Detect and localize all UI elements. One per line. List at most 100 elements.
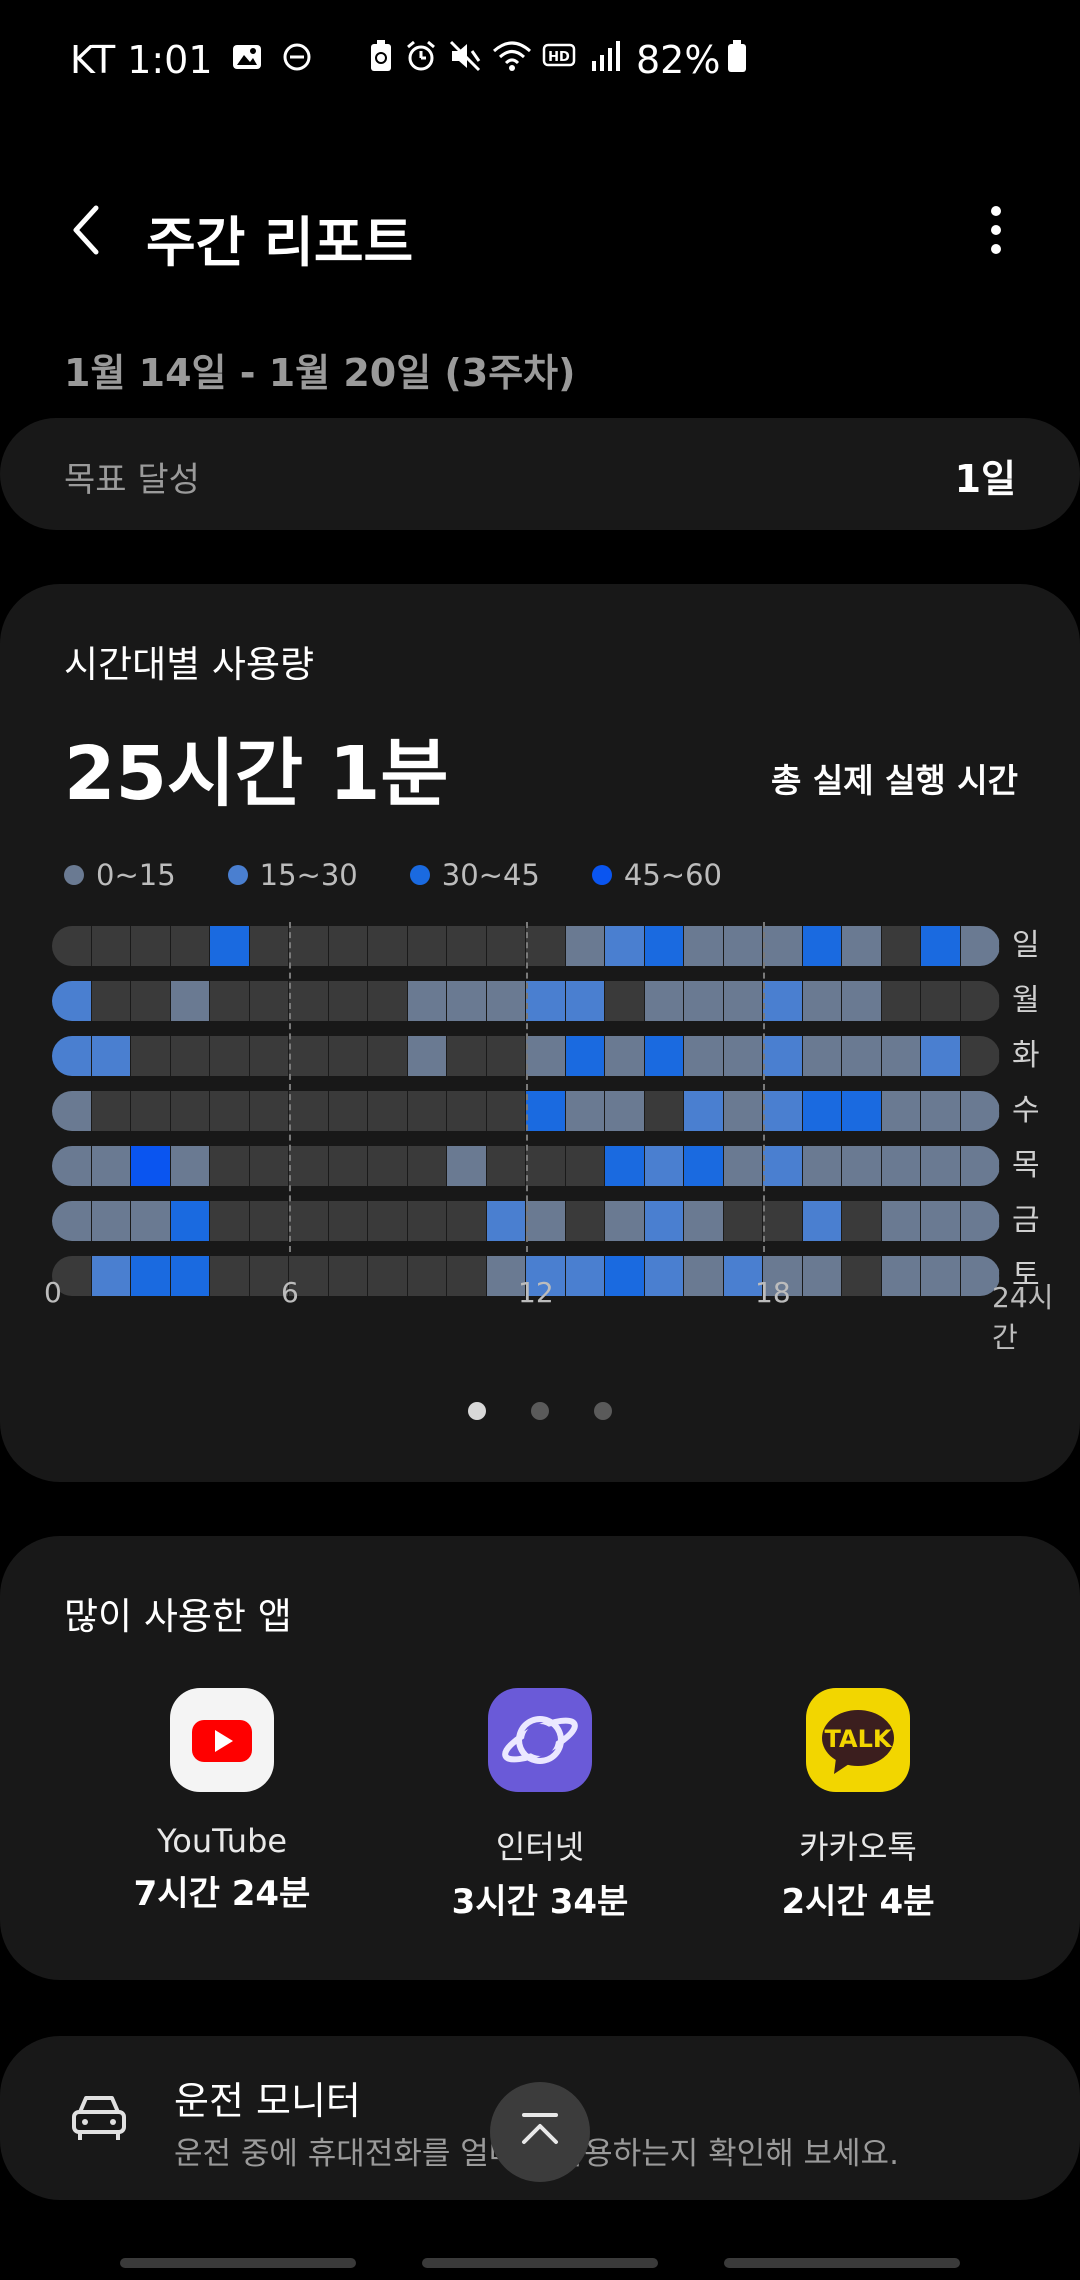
heatmap-row: 목 bbox=[52, 1146, 1052, 1186]
heatmap-row: 월 bbox=[52, 981, 1052, 1021]
x-tick-label: 0 bbox=[44, 1276, 62, 1309]
heatmap-cell bbox=[881, 1201, 921, 1241]
heatmap-cell bbox=[210, 1256, 250, 1296]
heatmap-cell bbox=[802, 1201, 842, 1241]
heatmap-cell bbox=[328, 926, 368, 966]
heatmap-cell bbox=[289, 1091, 329, 1131]
heatmap-cell bbox=[526, 1201, 566, 1241]
heatmap-cell bbox=[605, 1256, 645, 1296]
samsung-internet-icon bbox=[488, 1688, 592, 1792]
heatmap-cell bbox=[91, 1201, 131, 1241]
heatmap-cell bbox=[763, 1036, 803, 1076]
heatmap-cell bbox=[210, 1091, 250, 1131]
kakaotalk-icon: TALK bbox=[806, 1688, 910, 1792]
heatmap-cell bbox=[644, 926, 684, 966]
driving-monitor-title: 운전 모니터 bbox=[174, 2079, 361, 2123]
usage-subtitle: 총 실제 실행 시간 bbox=[771, 761, 1018, 800]
svg-text:HD: HD bbox=[548, 50, 570, 65]
heatmap-cell bbox=[249, 926, 289, 966]
heatmap-cell bbox=[881, 926, 921, 966]
heatmap-cell bbox=[249, 981, 289, 1021]
heatmap-cell bbox=[921, 1146, 961, 1186]
page-dot[interactable] bbox=[594, 1402, 612, 1420]
heatmap-cell bbox=[605, 1201, 645, 1241]
heatmap-cell bbox=[723, 981, 763, 1021]
heatmap-cell bbox=[565, 1091, 605, 1131]
nav-handle[interactable] bbox=[422, 2258, 658, 2268]
heatmap-cell bbox=[486, 1146, 526, 1186]
nav-handle[interactable] bbox=[724, 2258, 960, 2268]
svg-text:TALK: TALK bbox=[825, 1725, 893, 1753]
heatmap-row-label: 수 bbox=[1012, 1093, 1040, 1128]
heatmap-cell bbox=[921, 926, 961, 966]
heatmap-cell bbox=[644, 1256, 684, 1296]
nav-handle[interactable] bbox=[120, 2258, 356, 2268]
legend-item: 15~30 bbox=[227, 858, 358, 892]
heatmap-cell bbox=[921, 1201, 961, 1241]
heatmap-row-label: 목 bbox=[1012, 1148, 1040, 1183]
heatmap-cell bbox=[131, 1146, 171, 1186]
heatmap-cell bbox=[289, 1146, 329, 1186]
usage-title: 시간대별 사용량 bbox=[64, 643, 315, 686]
heatmap-cell bbox=[644, 981, 684, 1021]
usage-heatmap[interactable]: 일 월 화 수 목 금 토 0 6 12 18 24시간 bbox=[44, 922, 1056, 1354]
goal-achieved-card[interactable]: 목표 달성 1일 bbox=[0, 418, 1080, 530]
heatmap-cell bbox=[644, 1091, 684, 1131]
app-item-youtube[interactable]: YouTube 7시간 24분 bbox=[102, 1688, 342, 1915]
scroll-to-top-button[interactable] bbox=[490, 2082, 590, 2182]
heatmap-cell bbox=[131, 1201, 171, 1241]
heatmap-cell bbox=[802, 1146, 842, 1186]
heatmap-cell bbox=[368, 926, 408, 966]
heatmap-cell bbox=[842, 1256, 882, 1296]
page-dot[interactable] bbox=[531, 1402, 549, 1420]
heatmap-cell bbox=[565, 926, 605, 966]
hourly-usage-card[interactable]: 시간대별 사용량 25시간 1분 총 실제 실행 시간 0~15 15~30 3… bbox=[0, 584, 1080, 1482]
heatmap-cell bbox=[960, 1091, 1000, 1131]
heatmap-cell bbox=[881, 1091, 921, 1131]
legend-label: 45~60 bbox=[623, 858, 722, 892]
back-button[interactable] bbox=[58, 200, 118, 260]
heatmap-guide-line bbox=[526, 922, 528, 1252]
heatmap-guide-line bbox=[763, 922, 765, 1252]
heatmap-cell bbox=[170, 981, 210, 1021]
heatmap-cell bbox=[52, 981, 92, 1021]
heatmap-cell bbox=[407, 1036, 447, 1076]
heatmap-cell bbox=[170, 1146, 210, 1186]
heatmap-cell bbox=[723, 1036, 763, 1076]
app-name: 카카오톡 bbox=[799, 1828, 917, 1866]
heatmap-cell bbox=[407, 926, 447, 966]
heatmap-cell bbox=[170, 1036, 210, 1076]
legend-item: 30~45 bbox=[409, 858, 540, 892]
x-tick-label: 12 bbox=[518, 1276, 554, 1309]
heatmap-cell bbox=[52, 1146, 92, 1186]
legend-dot bbox=[64, 865, 84, 885]
heatmap-cell bbox=[486, 1091, 526, 1131]
goal-value: 1일 bbox=[954, 457, 1016, 501]
app-item-internet[interactable]: 인터넷 3시간 34분 bbox=[420, 1688, 660, 1923]
dnd-icon bbox=[281, 38, 313, 82]
heatmap-cell bbox=[526, 1146, 566, 1186]
heatmap-cell bbox=[644, 1201, 684, 1241]
heatmap-cell bbox=[802, 926, 842, 966]
heatmap-cell bbox=[368, 1036, 408, 1076]
heatmap-cell bbox=[131, 1091, 171, 1131]
heatmap-cell bbox=[368, 1146, 408, 1186]
heatmap-cell bbox=[170, 1091, 210, 1131]
app-item-kakaotalk[interactable]: TALK 카카오톡 2시간 4분 bbox=[738, 1688, 978, 1923]
app-name: YouTube bbox=[156, 1822, 288, 1860]
heatmap-cell bbox=[368, 981, 408, 1021]
chevron-up-icon bbox=[522, 2113, 558, 2144]
heatmap-row: 수 bbox=[52, 1091, 1052, 1131]
heatmap-cell bbox=[407, 1146, 447, 1186]
top-apps-card: 많이 사용한 앱 YouTube 7시간 24분 인터넷 3시간 34분 TAL… bbox=[0, 1536, 1080, 1980]
heatmap-cell bbox=[328, 1201, 368, 1241]
heatmap-cell bbox=[723, 926, 763, 966]
heatmap-cell bbox=[210, 981, 250, 1021]
heatmap-cell bbox=[960, 1036, 1000, 1076]
legend-dot bbox=[227, 865, 248, 885]
heatmap-cell bbox=[328, 1256, 368, 1296]
heatmap-cell bbox=[960, 981, 1000, 1021]
page-dot[interactable] bbox=[468, 1402, 486, 1420]
heatmap-cell bbox=[723, 1091, 763, 1131]
more-options-button[interactable] bbox=[966, 200, 1026, 260]
